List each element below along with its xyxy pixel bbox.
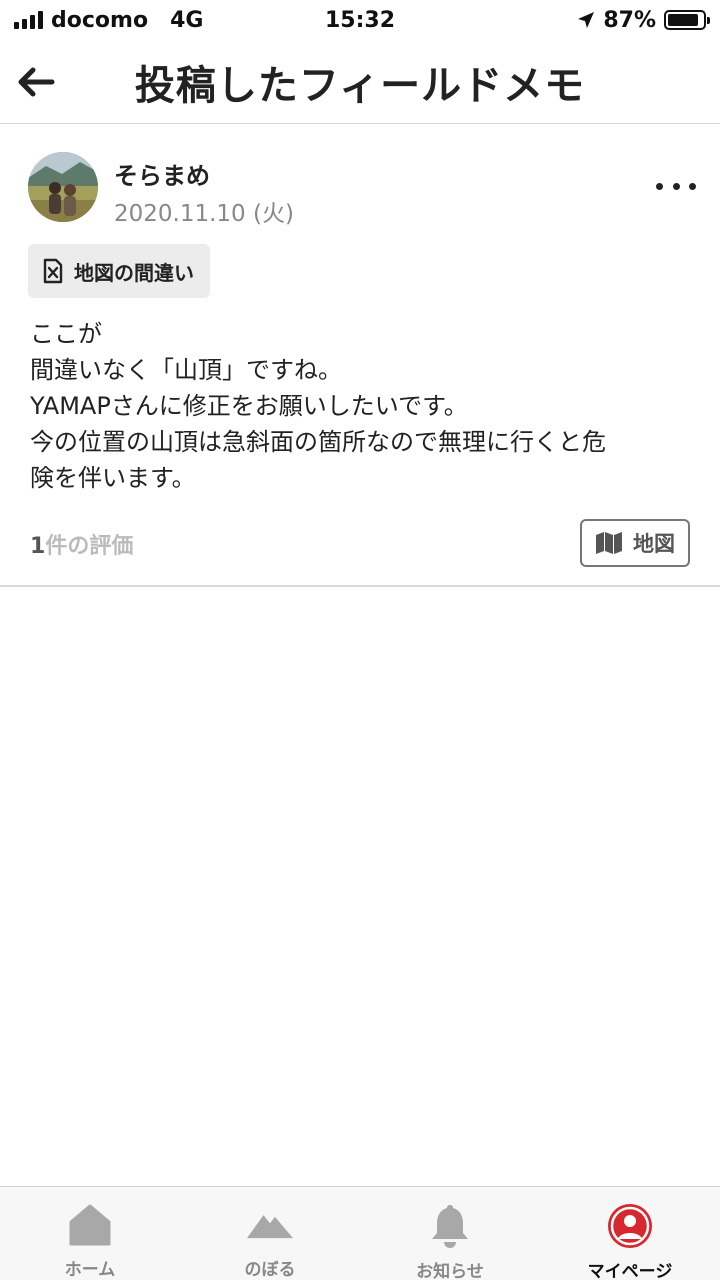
post-date: 2020.11.10 (火) — [114, 201, 294, 227]
page-title: 投稿したフィールドメモ — [134, 62, 586, 109]
rating-number: 1 — [30, 534, 46, 559]
memo-body-line: 険を伴います。 — [30, 464, 196, 492]
tab-label: お知らせ — [416, 1262, 484, 1280]
bottom-tab-bar: ホーム のぼる お知らせ マイページ — [0, 1186, 720, 1280]
battery-icon — [664, 10, 710, 30]
memo-body-line: 今の位置の山頂は急斜面の箇所なので無理に行くと危 — [30, 428, 606, 456]
memo-category-tag: 地図の間違い — [28, 244, 210, 298]
rating-count[interactable]: 1件の評価 — [30, 528, 133, 560]
map-button-label: 地図 — [633, 532, 675, 556]
signal-icon — [14, 11, 43, 29]
tab-notifications[interactable]: お知らせ — [360, 1187, 540, 1280]
user-icon — [607, 1203, 653, 1249]
more-dot — [656, 182, 663, 190]
network-type: 4G — [170, 7, 204, 33]
battery-percent: 87% — [603, 7, 656, 33]
app-header: 投稿したフィールドメモ — [0, 40, 720, 124]
tab-label: のぼる — [244, 1260, 296, 1280]
tab-label: マイページ — [587, 1262, 673, 1280]
avatar[interactable] — [28, 152, 98, 222]
map-icon — [596, 532, 622, 554]
memo-body-line: ここが — [30, 320, 102, 348]
memo-body: ここが 間違いなく「山頂」ですね。 YAMAPさんに修正をお願いしたいです。 今… — [30, 316, 690, 496]
home-icon — [67, 1203, 113, 1247]
tab-mypage[interactable]: マイページ — [540, 1187, 720, 1280]
memo-body-line: YAMAPさんに修正をお願いしたいです。 — [30, 392, 468, 420]
carrier-name: docomo — [51, 7, 149, 33]
tab-home[interactable]: ホーム — [0, 1187, 180, 1280]
rating-label: 件の評価 — [45, 534, 134, 559]
tab-climb[interactable]: のぼる — [180, 1187, 360, 1280]
map-error-icon — [43, 258, 63, 284]
field-memo-post: そらまめ 2020.11.10 (火) 地図の間違い ここが 間違いなく「山頂」… — [0, 124, 720, 587]
map-button[interactable]: 地図 — [580, 519, 690, 567]
user-name[interactable]: そらまめ — [114, 156, 210, 191]
location-arrow-icon — [578, 12, 595, 28]
more-dot — [672, 182, 680, 190]
tag-label: 地図の間違い — [74, 260, 194, 285]
more-options-button[interactable] — [656, 174, 696, 198]
tab-label: ホーム — [64, 1260, 116, 1280]
status-right: 87% — [577, 7, 710, 33]
avatar-photo — [28, 152, 98, 222]
more-dot — [689, 182, 696, 190]
status-left: docomo 4G — [14, 8, 203, 33]
status-bar: docomo 4G 15:32 87% — [0, 0, 720, 40]
memo-body-line: 間違いなく「山頂」ですね。 — [30, 356, 342, 384]
mountain-icon — [247, 1203, 293, 1247]
bell-icon — [427, 1203, 473, 1249]
